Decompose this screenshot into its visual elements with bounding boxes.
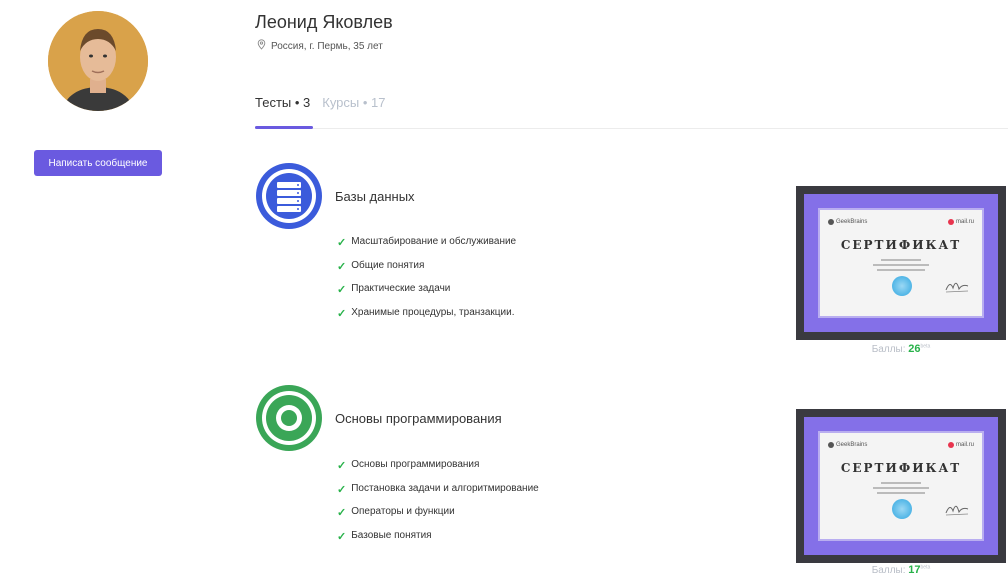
geekbrains-logo-icon	[828, 442, 834, 448]
topic-list: ✓ Масштабирование и обслуживание ✓ Общие п…	[337, 236, 516, 330]
check-icon: ✓	[337, 284, 347, 296]
check-icon: ✓	[337, 260, 347, 273]
certificate-heading: СЕРТИФИКАТ	[840, 461, 962, 475]
certificate-thumbnail[interactable]: GeekBrains mail.ru СЕРТИФИКАТ	[796, 186, 1006, 340]
tab-tests[interactable]: Тесты • 3	[255, 95, 310, 110]
list-item: ✓ Масштабирование и обслуживание	[337, 236, 517, 249]
geekbrains-logo-icon	[828, 219, 834, 225]
topic-list: ✓ Основы программирования ✓ Постановка зад…	[337, 459, 539, 553]
list-item: ✓ Базовые понятия	[337, 529, 432, 543]
course-title[interactable]: Базы данных	[335, 189, 415, 204]
avatar	[48, 11, 148, 111]
brand-right: mail.ru	[955, 442, 974, 448]
location-text: Россия, г. Пермь, 35 лет	[271, 40, 383, 52]
list-item: ✓ Постановка задачи и алгоритмирование	[337, 482, 539, 496]
brand-left: GeekBrains	[836, 442, 868, 448]
check-icon: ✓	[337, 483, 347, 496]
check-icon: ✓	[337, 307, 347, 320]
check-icon: ✓	[337, 237, 347, 249]
active-tab-indicator	[255, 126, 313, 129]
profile-name: Леонид Яковлев	[255, 12, 393, 32]
course-title[interactable]: Основы программирования	[335, 411, 502, 426]
check-icon: ✓	[337, 460, 347, 472]
seal-icon	[892, 276, 912, 296]
check-icon: ✓	[337, 530, 347, 543]
signature-icon	[945, 282, 969, 293]
seal-icon	[892, 499, 912, 519]
mailru-logo-icon	[947, 219, 954, 225]
database-icon	[255, 162, 323, 230]
list-item: ✓ Хранимые процедуры, транзакции.	[337, 306, 515, 320]
brand-right: mail.ru	[955, 219, 974, 225]
certificate-heading: СЕРТИФИКАТ	[840, 238, 962, 252]
certificate-thumbnail[interactable]: GeekBrains mail.ru СЕРТИФИКАТ	[796, 409, 1006, 563]
target-icon	[255, 384, 323, 452]
tabs-divider	[255, 128, 1008, 129]
score-value: 17	[908, 564, 921, 576]
profile-tabs: Тесты • 3 Курсы • 17	[255, 95, 386, 110]
profile-location: Россия, г. Пермь, 35 лет	[257, 39, 383, 53]
score-label: Баллы: 17beta	[871, 564, 931, 576]
signature-icon	[945, 505, 969, 516]
score-label: Баллы: 26beta	[871, 343, 931, 355]
send-message-button[interactable]: Написать сообщение	[34, 150, 162, 176]
location-pin-icon	[257, 39, 266, 53]
list-item: ✓ Общие понятия	[337, 259, 425, 273]
check-icon: ✓	[337, 507, 347, 519]
list-item: ✓ Основы программирования	[337, 459, 480, 472]
list-item: ✓ Операторы и функции	[337, 506, 455, 519]
tab-courses[interactable]: Курсы • 17	[322, 95, 385, 110]
mailru-logo-icon	[947, 442, 954, 448]
score-value: 26	[908, 343, 921, 355]
brand-left: GeekBrains	[836, 219, 868, 225]
list-item: ✓ Практические задачи	[337, 283, 451, 296]
